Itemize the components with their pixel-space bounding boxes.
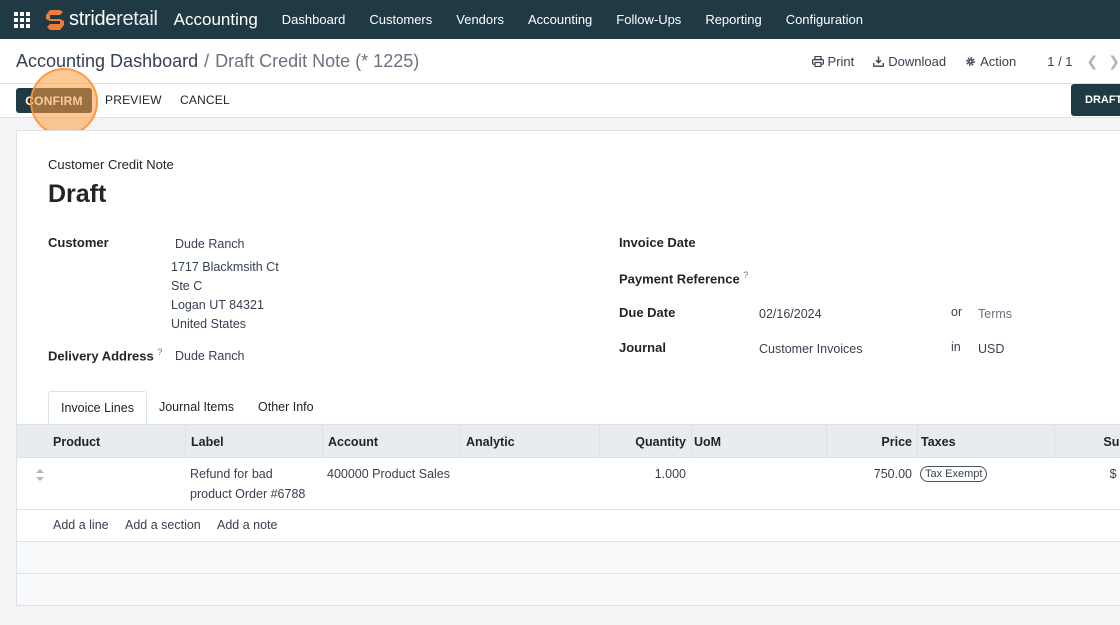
breadcrumb-current: Draft Credit Note (* 1225): [215, 50, 420, 71]
document-type: Customer Credit Note: [48, 157, 174, 172]
tax-tag-badge[interactable]: Tax Exempt: [920, 466, 988, 482]
address-line-1: 1717 Blackmsith Ct: [171, 260, 279, 274]
delivery-address-field[interactable]: Dude Ranch: [175, 349, 245, 363]
invoice-date-label: Invoice Date: [619, 235, 696, 250]
empty-table-row: [17, 542, 1120, 574]
action-label: Action: [980, 54, 1017, 69]
print-button[interactable]: Print: [811, 54, 855, 69]
customer-field[interactable]: Dude Ranch: [175, 237, 245, 251]
cell-quantity[interactable]: 1.000: [599, 464, 686, 484]
breadcrumb-separator: /: [204, 50, 210, 71]
table-row[interactable]: Refund for bad product Order #6788 40000…: [17, 458, 1120, 510]
tab-invoice-lines[interactable]: Invoice Lines: [48, 391, 147, 425]
brand-logo-icon: [46, 9, 64, 30]
cell-label-line-2: product Order #6788: [190, 487, 306, 501]
notebook-tabs: Invoice Lines Journal Items Other Info: [48, 391, 326, 425]
confirm-button[interactable]: CONFIRM: [16, 88, 92, 113]
record-actions: Print Download Action 1 / 1 ❮ ❯: [811, 39, 1120, 84]
add-line-row: Add a line Add a section Add a note: [17, 510, 1120, 542]
column-taxes[interactable]: Taxes: [917, 425, 1054, 458]
in-text: in: [951, 340, 961, 354]
main-menu: Dashboard Customers Vendors Accounting F…: [270, 12, 875, 27]
cell-label[interactable]: Refund for bad product Order #6788: [190, 464, 305, 504]
payment-terms-field[interactable]: Terms: [978, 307, 1012, 321]
column-account[interactable]: Account: [322, 425, 460, 458]
address-line-2: Ste C: [171, 279, 203, 293]
status-badge-draft: DRAFT: [1071, 84, 1120, 116]
drag-handle-icon[interactable]: [35, 468, 45, 482]
column-price[interactable]: Price: [826, 425, 917, 458]
print-label: Print: [827, 54, 855, 69]
cell-account[interactable]: 400000 Product Sales: [327, 464, 450, 484]
download-button[interactable]: Download: [873, 54, 946, 69]
brand-logo[interactable]: strideretail: [44, 8, 158, 32]
gear-icon: [966, 57, 975, 66]
column-subtotal[interactable]: Sub: [1054, 425, 1120, 458]
cell-label-line-1: Refund for bad: [190, 467, 273, 481]
brand-name: strideretail: [69, 8, 158, 30]
tab-other-info[interactable]: Other Info: [246, 391, 326, 425]
tab-journal-items[interactable]: Journal Items: [147, 391, 246, 425]
chevron-left-icon[interactable]: ❮: [1087, 53, 1099, 70]
menu-reporting[interactable]: Reporting: [693, 12, 773, 27]
customer-label: Customer: [48, 235, 109, 250]
print-icon: [811, 56, 824, 67]
top-navbar: strideretail Accounting Dashboard Custom…: [0, 0, 1120, 39]
invoice-lines-header: Product Label Account Analytic Quantity …: [17, 424, 1120, 458]
document-title: Draft: [48, 180, 107, 208]
menu-accounting[interactable]: Accounting: [516, 12, 604, 27]
form-sheet: Customer Credit Note Draft Customer Dude…: [16, 130, 1120, 606]
menu-follow-ups[interactable]: Follow-Ups: [604, 12, 693, 27]
address-line-3: Logan UT 84321: [171, 298, 264, 312]
column-analytic[interactable]: Analytic: [460, 425, 599, 458]
record-pager[interactable]: 1 / 1: [1047, 54, 1072, 69]
due-date-field[interactable]: 02/16/2024: [759, 307, 822, 321]
chevron-right-icon[interactable]: ❯: [1108, 53, 1120, 70]
column-uom[interactable]: UoM: [691, 425, 826, 458]
cell-price[interactable]: 750.00: [826, 464, 912, 484]
breadcrumb: Accounting Dashboard / Draft Credit Note (…: [16, 51, 419, 72]
payment-reference-field[interactable]: [759, 270, 1059, 288]
add-line-link[interactable]: Add a line: [53, 518, 109, 532]
payment-reference-label: Payment Reference ?: [619, 270, 749, 287]
menu-customers[interactable]: Customers: [357, 12, 444, 27]
download-label: Download: [888, 54, 947, 69]
currency-field[interactable]: USD: [978, 342, 1004, 356]
help-icon[interactable]: ?: [157, 347, 162, 357]
column-quantity[interactable]: Quantity: [599, 425, 691, 458]
form-statusbar: CONFIRM PREVIEW CANCEL DRAFT: [0, 84, 1120, 118]
control-panel: Accounting Dashboard / Draft Credit Note (…: [0, 39, 1120, 84]
help-icon[interactable]: ?: [743, 270, 748, 280]
address-line-4: United States: [171, 317, 247, 331]
menu-vendors[interactable]: Vendors: [444, 12, 516, 27]
journal-field[interactable]: Customer Invoices: [759, 342, 863, 356]
breadcrumb-parent[interactable]: Accounting Dashboard: [16, 51, 198, 71]
menu-configuration[interactable]: Configuration: [774, 12, 875, 27]
menu-dashboard[interactable]: Dashboard: [270, 12, 358, 27]
download-icon: [873, 56, 885, 67]
empty-table-row: [17, 574, 1120, 606]
invoice-date-field[interactable]: [759, 235, 1059, 253]
add-section-link[interactable]: Add a section: [125, 518, 201, 532]
delivery-address-label: Delivery Address ?: [48, 347, 163, 364]
action-menu-button[interactable]: Action: [965, 54, 1016, 69]
preview-button[interactable]: PREVIEW: [105, 93, 162, 107]
cell-subtotal: $ 7: [1109, 467, 1120, 481]
journal-label: Journal: [619, 340, 666, 355]
due-date-label: Due Date: [619, 305, 676, 320]
column-product[interactable]: Product: [53, 425, 190, 458]
apps-grid-icon[interactable]: [14, 11, 30, 28]
or-text: or: [951, 305, 963, 319]
app-name[interactable]: Accounting: [174, 10, 258, 30]
add-note-link[interactable]: Add a note: [217, 518, 277, 532]
column-label[interactable]: Label: [185, 425, 322, 458]
cancel-button[interactable]: CANCEL: [180, 93, 230, 107]
